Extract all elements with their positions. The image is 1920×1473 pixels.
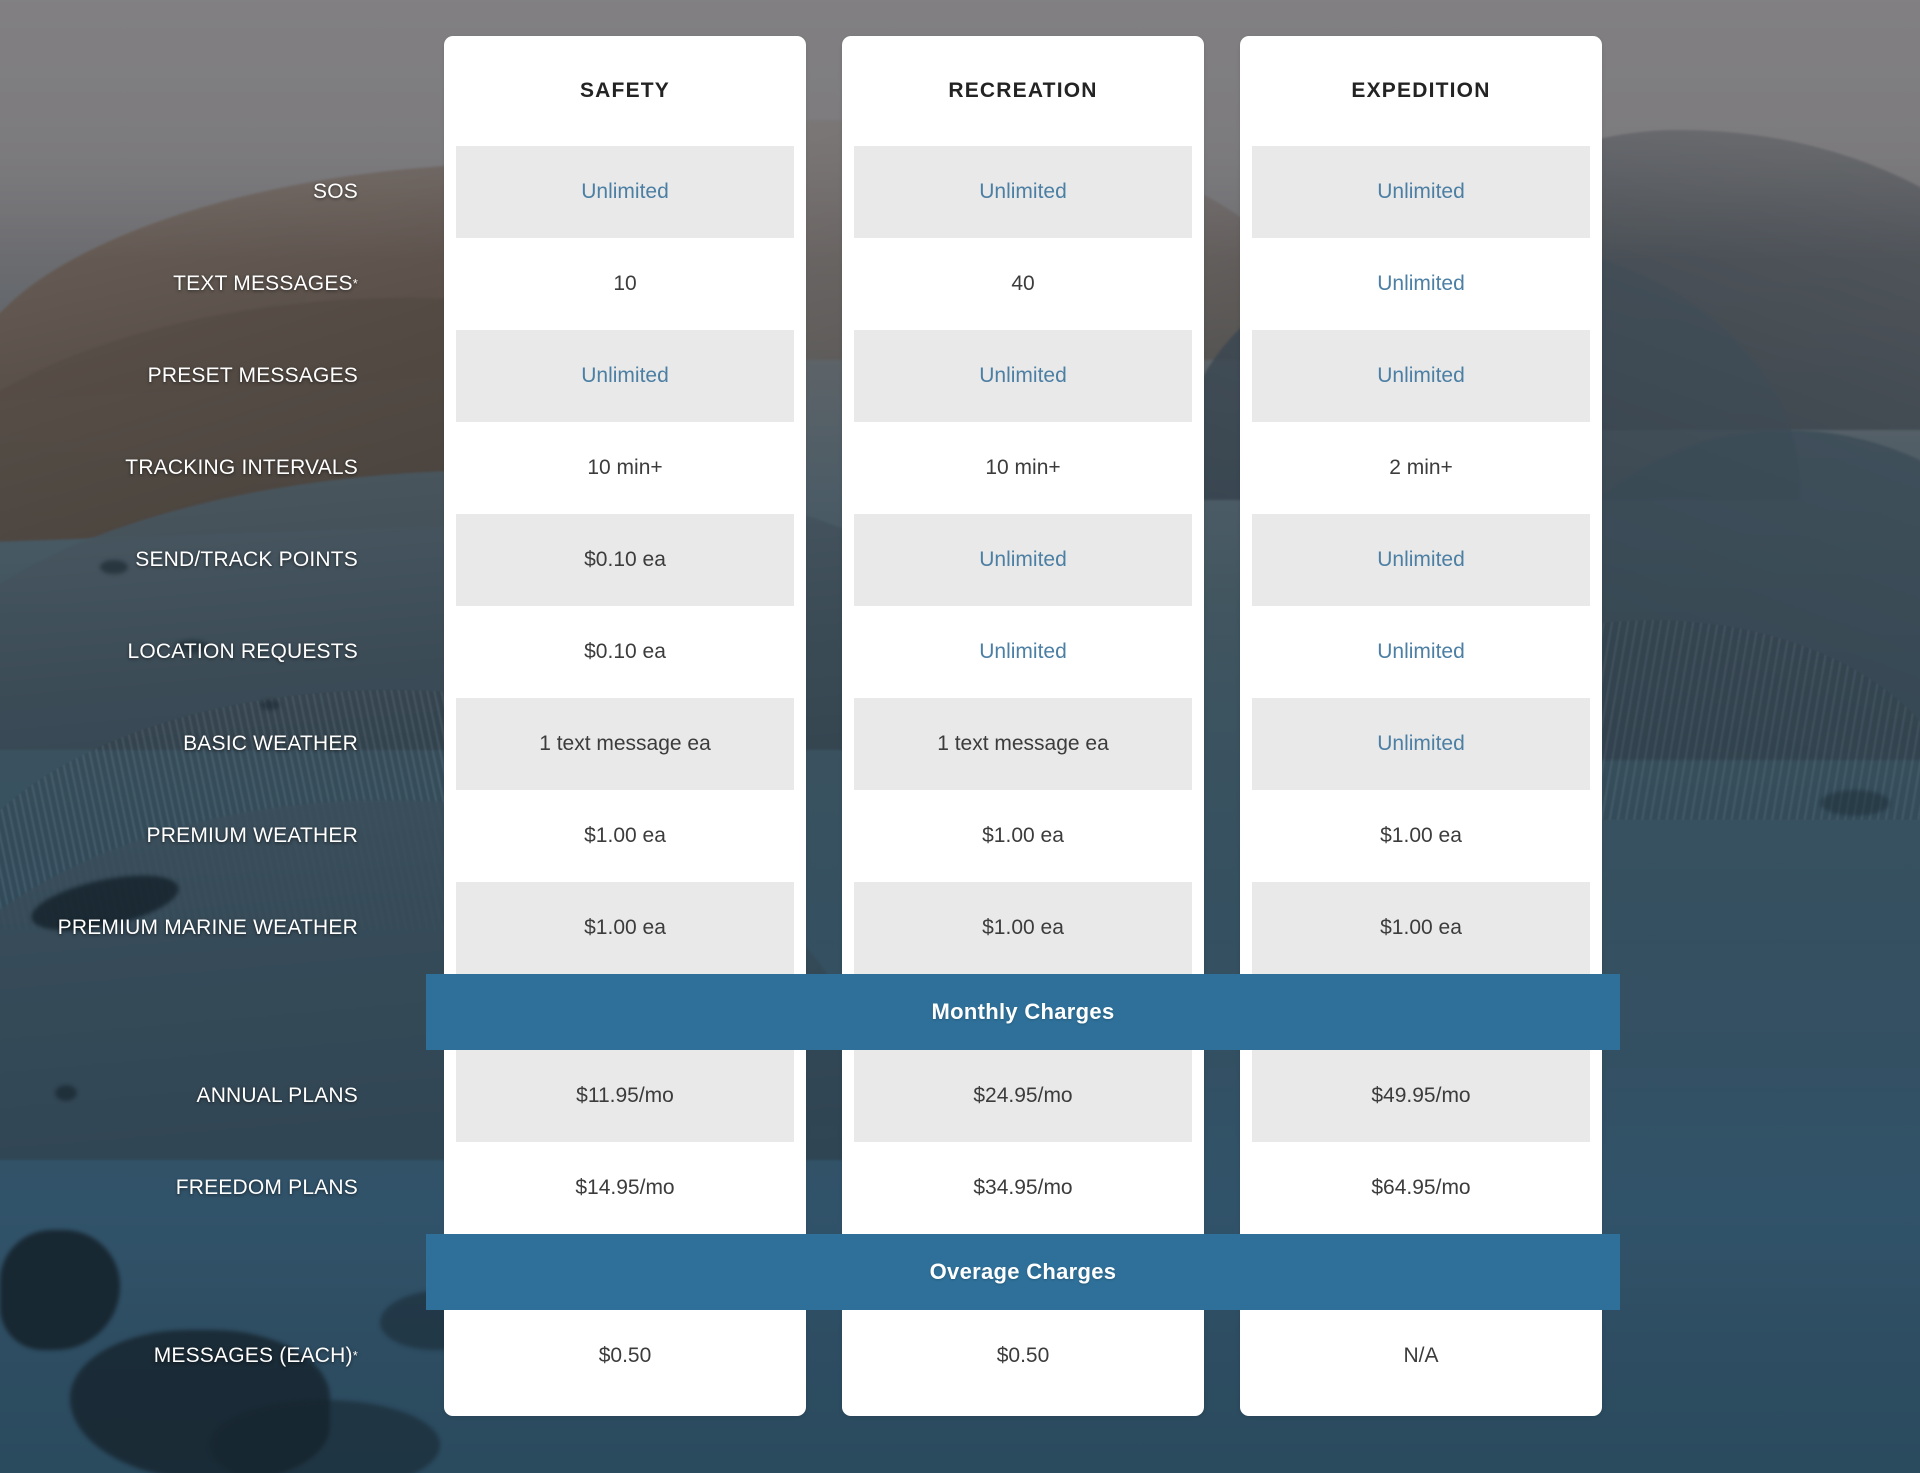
plan-value-cell: $1.00 ea — [456, 882, 794, 974]
plan-comparison-table: SOS TEXT MESSAGES * PRESET MESSAGES TRACKING… — [0, 0, 1920, 1473]
card-bottom-padding — [842, 1402, 1204, 1416]
feature-label-text: BASIC WEATHER — [183, 732, 358, 755]
plan-value-cell: Unlimited — [1252, 146, 1590, 238]
feature-label-text: MESSAGES (EACH) — [153, 1344, 353, 1367]
feature-label: LOCATION REQUESTS — [0, 606, 426, 698]
feature-label-text: ANNUAL PLANS — [196, 1084, 358, 1107]
plan-value-cell: $1.00 ea — [1380, 824, 1462, 847]
feature-label: SEND/TRACK POINTS — [0, 514, 426, 606]
section-band-overage-charges: Overage Charges — [426, 1234, 1620, 1310]
plan-value-cell: $49.95/mo — [1252, 1050, 1590, 1142]
feature-label-text: SEND/TRACK POINTS — [135, 548, 358, 571]
label-column-band-spacer — [0, 1234, 426, 1310]
feature-label: PRESET MESSAGES — [0, 330, 426, 422]
plan-value-cell: Unlimited — [456, 146, 794, 238]
plan-value-cell: Unlimited — [1377, 640, 1465, 663]
feature-label: FREEDOM PLANS — [0, 1142, 426, 1234]
plan-value-cell: Unlimited — [1252, 514, 1590, 606]
plan-header-safety: SAFETY — [579, 79, 671, 102]
plan-value-cell: 2 min+ — [1389, 456, 1453, 479]
feature-label-text: PRESET MESSAGES — [147, 364, 358, 387]
plan-card-recreation[interactable]: RECREATION Unlimited 40 Unlimited 10 min+ Unl… — [842, 36, 1204, 1416]
plan-value-cell: 40 — [1011, 272, 1035, 295]
plan-value-cell: $0.10 ea — [456, 514, 794, 606]
feature-label-text: PREMIUM WEATHER — [146, 824, 358, 847]
feature-label-text: LOCATION REQUESTS — [127, 640, 358, 663]
plan-value-cell: Unlimited — [854, 146, 1192, 238]
feature-label-text: TEXT MESSAGES — [173, 272, 353, 295]
plan-card-safety[interactable]: SAFETY Unlimited 10 Unlimited 10 min+ $0.10 e… — [444, 36, 806, 1416]
feature-label-text: TRACKING INTERVALS — [125, 456, 358, 479]
feature-label: PREMIUM MARINE WEATHER — [0, 882, 426, 974]
plan-value-cell: Unlimited — [1377, 272, 1465, 295]
feature-label: BASIC WEATHER — [0, 698, 426, 790]
card-bottom-padding — [444, 1402, 806, 1416]
plan-header-expedition: EXPEDITION — [1351, 79, 1491, 102]
feature-label-column: SOS TEXT MESSAGES * PRESET MESSAGES TRACKING… — [0, 36, 426, 1416]
feature-label: TEXT MESSAGES * — [173, 272, 358, 295]
plan-value-cell: $1.00 ea — [854, 882, 1192, 974]
plan-value-cell: $24.95/mo — [854, 1050, 1192, 1142]
feature-label-text: FREEDOM PLANS — [175, 1176, 358, 1199]
plan-value-cell: $34.95/mo — [973, 1176, 1073, 1199]
comparison-grid: SOS TEXT MESSAGES * PRESET MESSAGES TRACKING… — [0, 36, 1620, 1416]
plan-value-cell: Unlimited — [1252, 698, 1590, 790]
feature-label: TRACKING INTERVALS — [0, 422, 426, 514]
plan-value-cell: Unlimited — [854, 330, 1192, 422]
plan-value-cell: 1 text message ea — [854, 698, 1192, 790]
card-bottom-padding — [1240, 1402, 1602, 1416]
plan-value-cell: $0.10 ea — [584, 640, 666, 663]
plan-value-cell: $0.50 — [996, 1344, 1050, 1367]
plan-value-cell: Unlimited — [854, 514, 1192, 606]
plan-value-cell: $14.95/mo — [575, 1176, 675, 1199]
feature-label: ANNUAL PLANS — [0, 1050, 426, 1142]
plan-header-recreation: RECREATION — [948, 79, 1098, 102]
plan-value-cell: N/A — [1403, 1344, 1439, 1367]
feature-label-text: PREMIUM MARINE WEATHER — [57, 916, 358, 939]
feature-label: MESSAGES (EACH) * — [153, 1344, 358, 1367]
plan-value-cell: 10 min+ — [587, 456, 663, 479]
plan-value-cell: $0.50 — [598, 1344, 652, 1367]
plan-value-cell: Unlimited — [1252, 330, 1590, 422]
feature-label-text: SOS — [313, 180, 358, 203]
feature-label: PREMIUM WEATHER — [0, 790, 426, 882]
section-band-monthly-charges: Monthly Charges — [426, 974, 1620, 1050]
feature-label: SOS — [0, 146, 426, 238]
plan-value-cell: Unlimited — [456, 330, 794, 422]
plan-value-cell: $1.00 ea — [982, 824, 1064, 847]
plan-value-cell: $1.00 ea — [1252, 882, 1590, 974]
label-column-band-spacer — [0, 974, 426, 1050]
label-column-header-spacer — [0, 36, 426, 146]
plan-value-cell: 1 text message ea — [456, 698, 794, 790]
plan-value-cell: $64.95/mo — [1371, 1176, 1471, 1199]
plan-value-cell: $1.00 ea — [584, 824, 666, 847]
plan-value-cell: 10 min+ — [985, 456, 1061, 479]
plan-value-cell: 10 — [613, 272, 637, 295]
plan-value-cell: $11.95/mo — [456, 1050, 794, 1142]
plan-value-cell: Unlimited — [979, 640, 1067, 663]
plan-card-expedition[interactable]: EXPEDITION Unlimited Unlimited Unlimited 2 m… — [1240, 36, 1602, 1416]
